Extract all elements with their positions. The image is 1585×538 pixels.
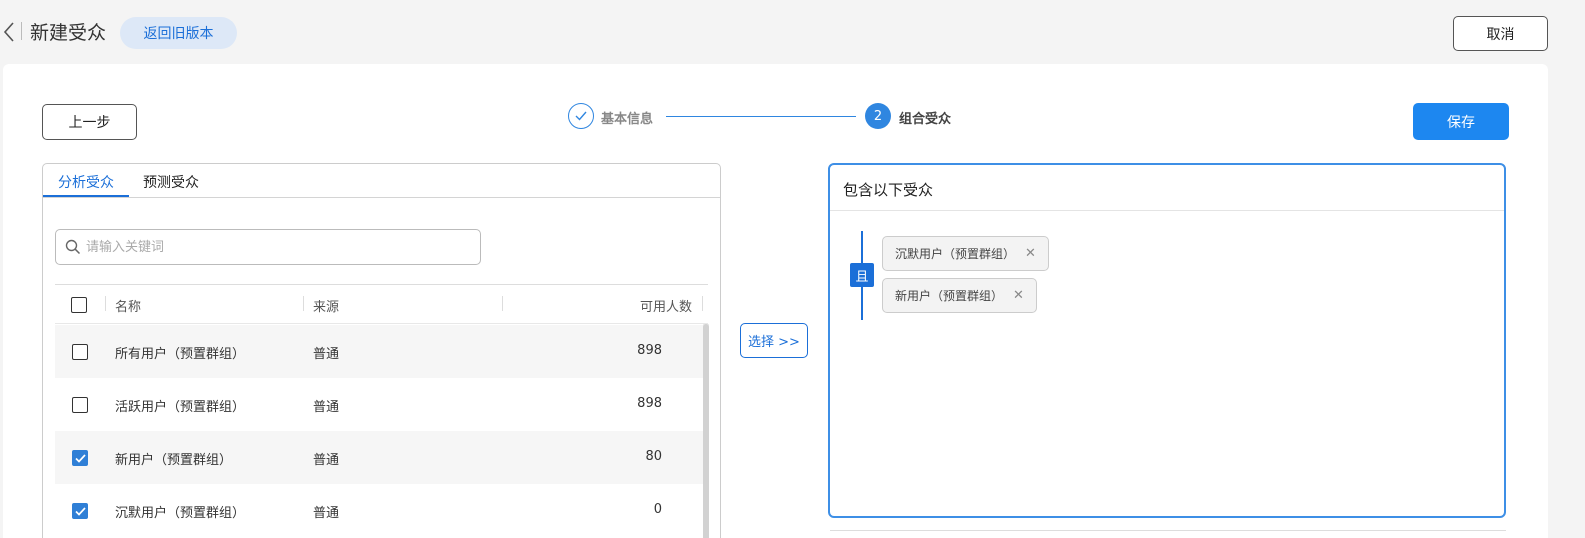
- table-row[interactable]: 新用户（预置群组） 普通 80: [55, 431, 704, 484]
- column-header-name: 名称: [115, 300, 142, 315]
- chip-label: 沉默用户（预置群组）: [895, 247, 1016, 261]
- header-divider: [55, 323, 708, 324]
- close-icon[interactable]: ✕: [1013, 288, 1024, 303]
- panel-bottom-line: [830, 530, 1506, 531]
- previous-step-button[interactable]: 上一步: [42, 104, 137, 140]
- logic-and-toggle[interactable]: 且: [850, 263, 874, 287]
- step-combine-audience-label: 组合受众: [899, 112, 952, 127]
- audience-list-panel: 分析受众 预测受众 名称 来源 可用人数 所有用户（预置群组） 普通 898 活…: [42, 163, 721, 538]
- close-icon[interactable]: ✕: [1025, 246, 1036, 261]
- table-row[interactable]: 沉默用户（预置群组） 普通 0: [55, 484, 704, 537]
- row-checkbox[interactable]: [72, 397, 88, 413]
- row-name: 沉默用户（预置群组）: [115, 506, 246, 521]
- tab-predict-audience[interactable]: 预测受众: [143, 172, 199, 192]
- row-checkbox-checked[interactable]: [72, 503, 88, 519]
- row-count: 80: [645, 449, 662, 464]
- row-count: 898: [637, 343, 662, 358]
- row-checkbox[interactable]: [72, 344, 88, 360]
- selected-panel-title: 包含以下受众: [843, 181, 934, 199]
- table-row[interactable]: 所有用户（预置群组） 普通 898: [55, 325, 704, 378]
- column-separator: [303, 296, 304, 311]
- row-name: 活跃用户（预置群组）: [115, 400, 246, 415]
- row-source: 普通: [313, 400, 340, 415]
- search-box: [55, 229, 481, 265]
- column-separator: [105, 296, 106, 311]
- return-old-version-button[interactable]: 返回旧版本: [120, 17, 237, 49]
- checkmark-icon: [74, 453, 86, 463]
- select-all-checkbox[interactable]: [71, 297, 87, 313]
- column-separator: [502, 296, 503, 311]
- scrollbar-thumb[interactable]: [703, 324, 709, 538]
- search-icon: [65, 239, 81, 255]
- chip-label: 新用户（预置群组）: [895, 289, 1004, 303]
- table-row[interactable]: 活跃用户（预置群组） 普通 898: [55, 378, 704, 431]
- column-header-source: 来源: [313, 300, 340, 315]
- step-number-badge: 2: [865, 103, 891, 129]
- cancel-button[interactable]: 取消: [1453, 16, 1548, 51]
- row-name: 新用户（预置群组）: [115, 453, 233, 468]
- row-count: 0: [653, 502, 662, 517]
- tab-analysis-audience[interactable]: 分析受众: [58, 172, 114, 192]
- selected-audience-chip: 新用户（预置群组） ✕: [882, 278, 1037, 313]
- row-source: 普通: [313, 453, 340, 468]
- row-count: 898: [637, 396, 662, 411]
- search-input[interactable]: [86, 238, 466, 256]
- tabs-divider: [43, 197, 720, 198]
- step-done-check-icon: [568, 103, 594, 129]
- selected-audience-chip: 沉默用户（预置群组） ✕: [882, 236, 1049, 271]
- row-source: 普通: [313, 506, 340, 521]
- table-top-border: [55, 284, 708, 285]
- column-header-count: 可用人数: [639, 300, 692, 315]
- page-title: 新建受众: [30, 22, 107, 44]
- row-checkbox-checked[interactable]: [72, 450, 88, 466]
- step-connector: [666, 116, 856, 117]
- title-divider: [21, 22, 22, 40]
- checkmark-icon: [74, 506, 86, 516]
- selected-audience-panel: 包含以下受众 且 沉默用户（预置群组） ✕ 新用户（预置群组） ✕: [828, 163, 1506, 518]
- back-arrow-icon[interactable]: [2, 21, 18, 43]
- save-button[interactable]: 保存: [1413, 103, 1509, 140]
- row-name: 所有用户（预置群组）: [115, 347, 246, 362]
- select-button[interactable]: 选择 >>: [740, 323, 808, 358]
- row-source: 普通: [313, 347, 340, 362]
- column-separator: [702, 296, 703, 311]
- panel-title-divider: [830, 210, 1504, 211]
- step-basic-info-label: 基本信息: [601, 112, 654, 127]
